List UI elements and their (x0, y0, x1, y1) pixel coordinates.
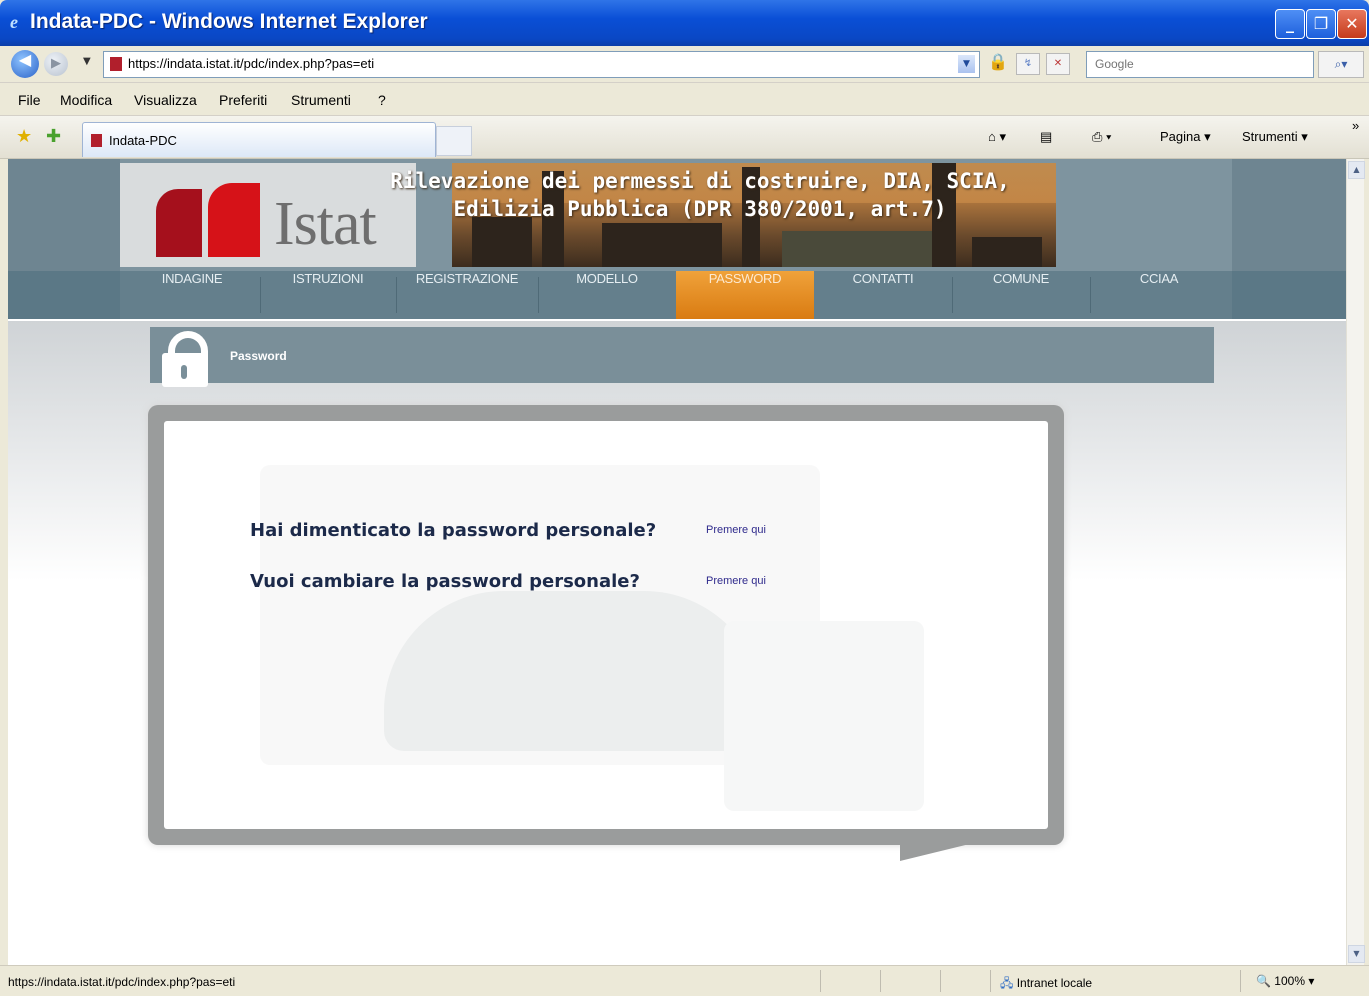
forgot-password-link[interactable]: Premere qui (706, 524, 766, 536)
tab-label: Indata-PDC (109, 133, 177, 148)
banner-building (782, 231, 942, 267)
window-title-bar[interactable]: e Indata-PDC - Windows Internet Explorer… (0, 0, 1369, 46)
tab-favicon (91, 134, 102, 147)
logo-block-dark-icon (156, 189, 202, 257)
background-watermark-shape (384, 591, 764, 751)
home-icon[interactable]: ⌂ ▾ (988, 129, 1006, 145)
status-separator (880, 970, 881, 992)
forgot-password-question: Hai dimenticato la password personale? (250, 520, 657, 541)
forward-button[interactable]: ▶ (44, 52, 68, 76)
status-separator (990, 970, 991, 992)
padlock-keyhole-icon (181, 365, 187, 379)
security-zone-label: Intranet locale (1016, 976, 1093, 990)
nav-separator (1090, 277, 1091, 313)
intranet-zone-icon: 🖧 (1000, 976, 1017, 990)
nav-separator (538, 277, 539, 313)
nav-indagine[interactable]: INDAGINE (126, 271, 258, 319)
menu-preferiti[interactable]: Preferiti (219, 92, 267, 108)
feeds-command-icon[interactable]: ▤ (1040, 129, 1052, 145)
background-watermark-shape (724, 621, 924, 811)
change-password-link[interactable]: Premere qui (706, 575, 766, 587)
favorites-star-icon[interactable]: ★ (16, 126, 32, 147)
survey-title-line2: Edilizia Pubblica (DPR 380/2001, art.7) (453, 197, 947, 221)
logo-block-red-icon (208, 183, 260, 257)
vertical-scrollbar[interactable]: ▲ ▼ (1346, 159, 1365, 965)
nav-registrazione[interactable]: REGISTRAZIONE (398, 271, 536, 319)
nav-separator (260, 277, 261, 313)
status-separator (1240, 970, 1241, 992)
banner-building (972, 237, 1042, 267)
change-password-question: Vuoi cambiare la password personale? (250, 571, 640, 592)
nav-contatti[interactable]: CONTATTI (816, 271, 950, 319)
nav-modello[interactable]: MODELLO (540, 271, 674, 319)
speech-bubble-tail (900, 839, 990, 861)
search-input[interactable] (1093, 56, 1307, 72)
ie-icon: e (10, 12, 18, 32)
security-lock-icon[interactable]: 🔒 (988, 52, 1008, 71)
scroll-down-icon[interactable]: ▼ (1348, 945, 1365, 963)
maximize-button[interactable]: ❐ (1306, 9, 1336, 39)
banner-building (472, 217, 532, 267)
nav-comune[interactable]: COMUNE (954, 271, 1088, 319)
tools-menu-button[interactable]: Strumenti ▾ (1242, 129, 1308, 145)
zoom-level[interactable]: 🔍 100% ▾ (1256, 974, 1314, 988)
stop-icon[interactable]: ✕ (1046, 53, 1070, 75)
zoom-icon: 🔍 (1256, 974, 1271, 988)
menu-visualizza[interactable]: Visualizza (134, 92, 197, 108)
page-menu-button[interactable]: Pagina ▾ (1160, 129, 1211, 145)
survey-title-line1: Rilevazione dei permessi di costruire, D… (390, 169, 1010, 193)
feeds-icon[interactable]: ↯ (1016, 53, 1040, 75)
page-viewport: Istat Rilevazione dei permessi di costru… (8, 159, 1346, 965)
password-panel (164, 421, 1048, 829)
address-url: https://indata.istat.it/pdc/index.php?pa… (128, 56, 375, 71)
menu-file[interactable]: File (18, 92, 41, 108)
banner-building (602, 223, 722, 267)
section-title: Password (230, 349, 287, 363)
nav-istruzioni[interactable]: ISTRUZIONI (262, 271, 394, 319)
status-separator (820, 970, 821, 992)
scroll-up-icon[interactable]: ▲ (1348, 161, 1365, 179)
minimize-button[interactable]: _ (1275, 9, 1305, 39)
section-header-bar (150, 327, 1214, 383)
site-favicon (110, 57, 122, 71)
search-box[interactable] (1086, 51, 1314, 78)
add-favorite-icon[interactable]: ✚ (46, 126, 61, 147)
close-button[interactable]: ✕ (1337, 9, 1367, 39)
zoom-label: 100% (1274, 974, 1305, 988)
status-bar: https://indata.istat.it/pdc/index.php?pa… (0, 965, 1369, 996)
back-button[interactable]: ◀ (11, 50, 39, 78)
favorites-tab-bar: ★ ✚ Indata-PDC ⌂ ▾ ▤ ⎙ ▾ Pagina ▾ Strume… (0, 116, 1369, 159)
menu-bar: File Modifica Visualizza Preferiti Strum… (0, 83, 1369, 116)
survey-title: Rilevazione dei permessi di costruire, D… (320, 167, 1080, 223)
address-bar[interactable]: https://indata.istat.it/pdc/index.php?pa… (103, 51, 980, 78)
address-dropdown-icon[interactable]: ▼ (958, 55, 975, 73)
nav-separator (952, 277, 953, 313)
status-url: https://indata.istat.it/pdc/index.php?pa… (8, 975, 236, 989)
nav-password[interactable]: PASSWORD (676, 271, 814, 319)
history-dropdown-icon[interactable]: ▼ (83, 56, 91, 67)
new-tab-button[interactable] (436, 126, 472, 156)
window-title: Indata-PDC - Windows Internet Explorer (30, 10, 428, 33)
nav-separator (396, 277, 397, 313)
search-button[interactable]: ⌕▾ (1318, 51, 1364, 78)
more-commands-icon[interactable]: » (1352, 118, 1359, 133)
nav-cciaa[interactable]: CCIAA (1092, 271, 1226, 319)
tab-indata-pdc[interactable]: Indata-PDC (82, 122, 436, 157)
menu-strumenti[interactable]: Strumenti (291, 92, 351, 108)
security-zone[interactable]: 🖧 Intranet locale (1000, 974, 1092, 995)
status-separator (940, 970, 941, 992)
menu-help[interactable]: ? (378, 92, 386, 108)
menu-modifica[interactable]: Modifica (60, 92, 112, 108)
print-icon[interactable]: ⎙ ▾ (1092, 129, 1111, 145)
